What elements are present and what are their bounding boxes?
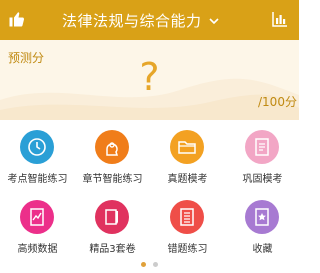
- tile-label: 巩固模考: [242, 174, 283, 185]
- tile-icon-circle: [170, 200, 204, 234]
- tile-icon-circle: [95, 200, 129, 234]
- tile-label: 章节智能练习: [82, 174, 143, 185]
- tile-knowledge-practice[interactable]: 考点智能练习: [0, 120, 75, 190]
- document-list-icon: [255, 138, 269, 156]
- page-indicator: [0, 262, 299, 270]
- error-list-icon: [180, 208, 194, 226]
- tile-consolidation-exams[interactable]: 巩固模考: [225, 120, 300, 190]
- book-pen-icon: [105, 209, 118, 225]
- predicted-score-panel: 预测分 ? /100分: [0, 40, 299, 120]
- tile-wrong-question-practice[interactable]: 错题练习: [150, 190, 225, 260]
- subject-selector[interactable]: 法律法规与综合能力: [62, 0, 242, 40]
- tile-icon-circle: [95, 130, 129, 164]
- tile-chapter-practice[interactable]: 章节智能练习: [75, 120, 150, 190]
- tile-high-frequency-data[interactable]: 高频数据: [0, 190, 75, 260]
- trend-document-icon: [30, 208, 44, 226]
- tile-premium-three-sets[interactable]: 精品3套卷: [75, 190, 150, 260]
- page-title: 法律法规与综合能力: [62, 11, 202, 30]
- tile-icon-circle: [245, 130, 279, 164]
- tile-icon-circle: [20, 130, 54, 164]
- tile-label: 考点智能练习: [7, 174, 68, 185]
- tile-favorites[interactable]: 收藏: [225, 190, 300, 260]
- tile-icon-circle: [20, 200, 54, 234]
- page-dot[interactable]: [153, 262, 158, 267]
- thumbs-up-icon[interactable]: [8, 10, 26, 28]
- folder-icon: [178, 141, 196, 154]
- brain-clock-icon: [28, 138, 46, 156]
- tile-label: 收藏: [252, 244, 273, 255]
- tile-label: 精品3套卷: [89, 244, 136, 255]
- tile-label: 错题练习: [167, 244, 208, 255]
- top-bar: 法律法规与综合能力: [0, 0, 299, 40]
- star-document-icon: [255, 208, 269, 226]
- page-dot-active[interactable]: [141, 262, 146, 267]
- tile-label: 真题模考: [167, 174, 208, 185]
- bar-chart-icon[interactable]: [272, 11, 288, 27]
- tile-past-exams[interactable]: 真题模考: [150, 120, 225, 190]
- tile-icon-circle: [170, 130, 204, 164]
- feature-grid: 考点智能练习 章节智能练习 真题模考 巩固模考 高频数据 精品3套卷 错题练习 …: [0, 120, 299, 260]
- brain-gear-icon: [106, 142, 119, 156]
- max-score-label: /100分: [258, 95, 297, 109]
- tile-label: 高频数据: [17, 244, 58, 255]
- chevron-down-icon: [208, 18, 219, 25]
- tile-icon-circle: [245, 200, 279, 234]
- predicted-score-value: ?: [139, 55, 160, 99]
